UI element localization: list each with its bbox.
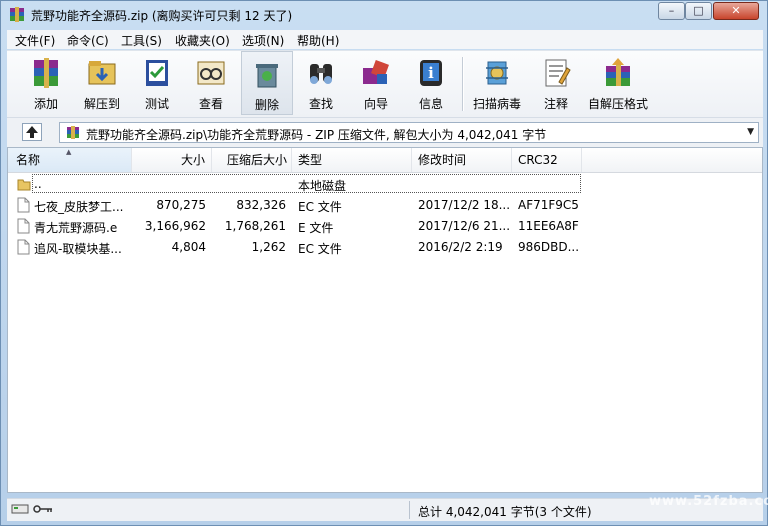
sort-ascending-icon: ▲ xyxy=(66,148,72,156)
column-packed-size[interactable]: 压缩后大小 xyxy=(212,148,292,172)
minimize-button[interactable]: – xyxy=(658,2,685,20)
info-icon: i xyxy=(420,60,442,86)
wizard-button[interactable]: 向导 xyxy=(353,51,399,115)
up-arrow-icon xyxy=(26,126,38,138)
comment-label: 注释 xyxy=(543,97,568,111)
window-title: 荒野功能齐全源码.zip (离购买许可只剩 12 天了) xyxy=(31,9,293,23)
folder-icon xyxy=(17,179,31,191)
list-item[interactable]: 七夜_皮肤梦工... 870,275 832,326 EC 文件 2017/12… xyxy=(8,195,762,216)
add-label: 添加 xyxy=(33,97,58,111)
list-header: ▲ 名称 大小 压缩后大小 类型 修改时间 CRC32 xyxy=(8,148,762,173)
info-label: 信息 xyxy=(418,97,443,111)
status-summary: 总计 4,042,041 字节(3 个文件) xyxy=(418,505,592,519)
extract-to-icon xyxy=(88,61,116,85)
file-list: ▲ 名称 大小 压缩后大小 类型 修改时间 CRC32 .. 本地磁盘 七夜_皮… xyxy=(7,147,763,493)
virus-scan-icon xyxy=(486,61,508,85)
delete-button[interactable]: 删除 xyxy=(241,51,293,115)
virus-scan-button[interactable]: 扫描病毒 xyxy=(468,51,526,115)
title-bar[interactable]: 荒野功能齐全源码.zip (离购买许可只剩 12 天了) – □ ✕ xyxy=(1,1,767,27)
winrar-app-icon xyxy=(10,7,24,22)
address-bar: 荒野功能齐全源码.zip\功能齐全荒野源码 - ZIP 压缩文件, 解包大小为 … xyxy=(7,117,763,147)
toolbar-separator xyxy=(462,57,464,111)
drive-key-icon[interactable] xyxy=(11,502,55,516)
column-crc32[interactable]: CRC32 xyxy=(512,148,582,172)
test-icon xyxy=(146,60,168,86)
column-size[interactable]: 大小 xyxy=(132,148,212,172)
column-name[interactable]: ▲ 名称 xyxy=(8,148,132,172)
extract-to-label: 解压到 xyxy=(83,97,120,111)
view-label: 查看 xyxy=(198,97,223,111)
wizard-icon xyxy=(363,60,389,84)
virus-scan-label: 扫描病毒 xyxy=(472,97,521,111)
menu-help[interactable]: 帮助(H) xyxy=(297,32,339,49)
close-button[interactable]: ✕ xyxy=(713,2,759,20)
chevron-down-icon[interactable]: ▼ xyxy=(747,127,754,137)
minimize-icon: – xyxy=(668,4,675,17)
extract-to-button[interactable]: 解压到 xyxy=(77,51,127,115)
site-watermark: www.52fzba.com xyxy=(649,494,768,509)
status-divider xyxy=(409,501,410,519)
list-item[interactable]: 追风-取模块基... 4,804 1,262 EC 文件 2016/2/2 2:… xyxy=(8,237,762,258)
delete-icon xyxy=(256,64,278,88)
comment-button[interactable]: 注释 xyxy=(533,51,579,115)
find-label: 查找 xyxy=(308,97,333,111)
address-field[interactable]: 荒野功能齐全源码.zip\功能齐全荒野源码 - ZIP 压缩文件, 解包大小为 … xyxy=(59,122,759,143)
wizard-label: 向导 xyxy=(363,97,388,111)
sfx-icon xyxy=(606,58,630,86)
add-button[interactable]: 添加 xyxy=(23,51,69,115)
comment-icon xyxy=(545,59,571,87)
menu-command[interactable]: 命令(C) xyxy=(67,32,109,49)
toolbar: 添加 解压到 测试 查看 删除 查找 向导 i 信息 扫描病毒 注释 自解压格式 xyxy=(7,50,763,117)
archive-icon xyxy=(67,126,79,139)
test-button[interactable]: 测试 xyxy=(134,51,180,115)
find-button[interactable]: 查找 xyxy=(298,51,344,115)
list-item-parent[interactable]: .. 本地磁盘 xyxy=(8,174,762,195)
sfx-button[interactable]: 自解压格式 xyxy=(585,51,651,115)
menu-file[interactable]: 文件(F) xyxy=(15,32,55,49)
svg-text:i: i xyxy=(428,64,434,82)
file-icon xyxy=(17,197,30,213)
menu-bar: 文件(F) 命令(C) 工具(S) 收藏夹(O) 选项(N) 帮助(H) xyxy=(7,30,763,49)
menu-tools[interactable]: 工具(S) xyxy=(121,32,162,49)
view-button[interactable]: 查看 xyxy=(188,51,234,115)
winrar-window: 荒野功能齐全源码.zip (离购买许可只剩 12 天了) – □ ✕ 文件(F)… xyxy=(0,0,768,526)
find-icon xyxy=(310,64,332,84)
delete-label: 删除 xyxy=(254,98,279,112)
view-icon xyxy=(197,61,225,85)
add-archive-icon xyxy=(34,58,58,88)
file-icon xyxy=(17,239,30,255)
address-path: 荒野功能齐全源码.zip\功能齐全荒野源码 - ZIP 压缩文件, 解包大小为 … xyxy=(86,128,547,142)
test-label: 测试 xyxy=(144,97,169,111)
menu-options[interactable]: 选项(N) xyxy=(242,32,284,49)
column-type[interactable]: 类型 xyxy=(292,148,412,172)
sfx-label: 自解压格式 xyxy=(587,97,648,111)
info-button[interactable]: i 信息 xyxy=(408,51,454,115)
close-icon: ✕ xyxy=(731,4,741,17)
menu-favorites[interactable]: 收藏夹(O) xyxy=(175,32,230,49)
maximize-button[interactable]: □ xyxy=(685,2,712,20)
column-modified[interactable]: 修改时间 xyxy=(412,148,512,172)
list-item[interactable]: 青尢荒野源码.e 3,166,962 1,768,261 E 文件 2017/1… xyxy=(8,216,762,237)
maximize-icon: □ xyxy=(693,4,704,17)
file-icon xyxy=(17,218,30,234)
up-folder-button[interactable] xyxy=(22,123,42,141)
